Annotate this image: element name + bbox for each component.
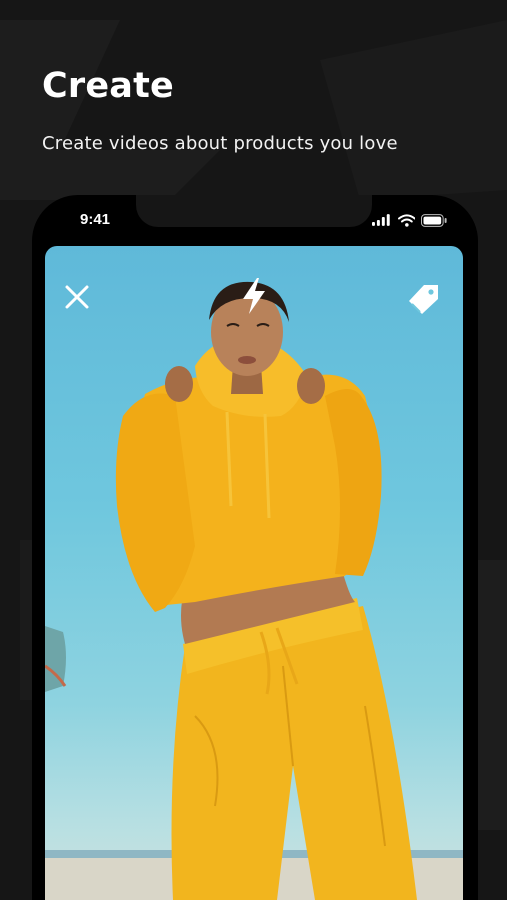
status-time: 9:41 bbox=[80, 211, 111, 228]
camera-photo bbox=[45, 281, 463, 900]
flash-icon bbox=[243, 278, 265, 314]
page-title: Create bbox=[42, 66, 174, 106]
battery-icon bbox=[421, 213, 447, 227]
product-tag-button[interactable] bbox=[404, 282, 442, 316]
tag-icon bbox=[409, 285, 438, 314]
phone-notch bbox=[136, 195, 372, 227]
close-button[interactable] bbox=[62, 282, 92, 312]
promo-screen: Create Create videos about products you … bbox=[0, 0, 507, 900]
close-icon bbox=[65, 285, 89, 309]
flash-button[interactable] bbox=[238, 276, 270, 316]
wifi-icon bbox=[397, 213, 416, 227]
status-icons bbox=[372, 212, 448, 228]
page-subtitle: Create videos about products you love bbox=[42, 133, 398, 154]
camera-viewfinder[interactable] bbox=[45, 246, 463, 900]
signal-icon bbox=[372, 214, 390, 226]
